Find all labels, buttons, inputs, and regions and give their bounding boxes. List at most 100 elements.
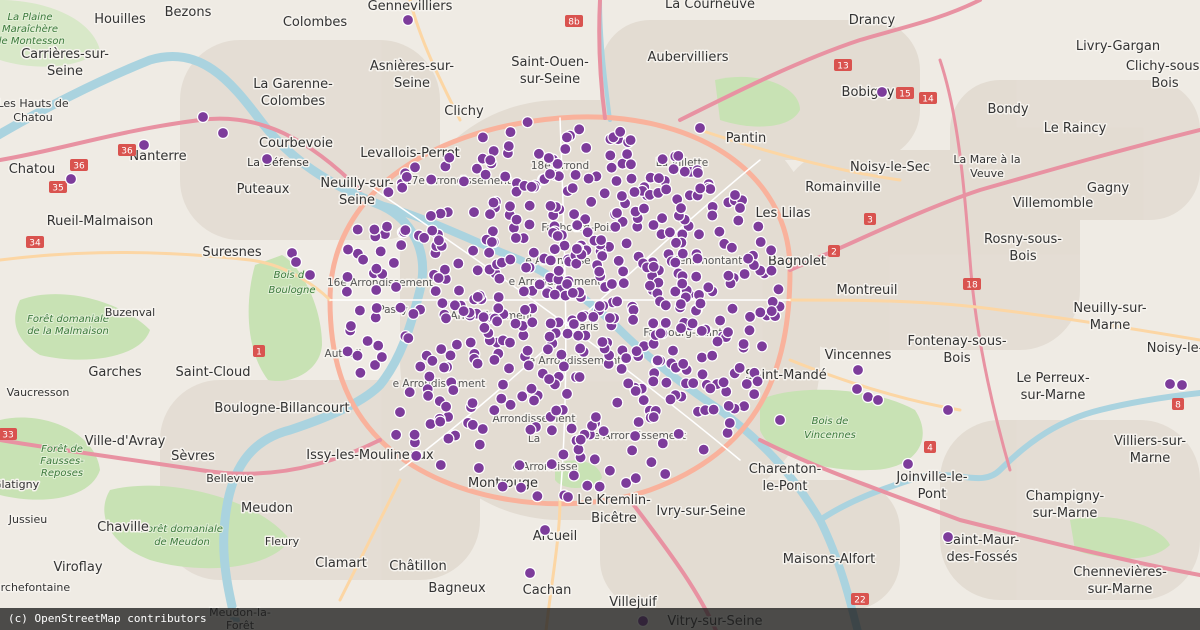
marker[interactable]	[647, 260, 660, 273]
marker[interactable]	[571, 219, 584, 232]
marker[interactable]	[696, 368, 709, 381]
marker[interactable]	[630, 345, 643, 358]
marker[interactable]	[545, 424, 559, 437]
marker[interactable]	[941, 403, 955, 417]
marker[interactable]	[396, 181, 409, 194]
marker[interactable]	[717, 376, 730, 389]
marker[interactable]	[622, 377, 635, 390]
marker[interactable]	[438, 361, 451, 374]
marker[interactable]	[617, 277, 630, 290]
marker[interactable]	[525, 180, 538, 193]
marker[interactable]	[483, 208, 497, 221]
marker[interactable]	[615, 362, 628, 375]
marker[interactable]	[570, 242, 584, 255]
marker[interactable]	[524, 423, 537, 436]
marker[interactable]	[697, 443, 710, 456]
marker[interactable]	[440, 400, 453, 413]
marker[interactable]	[496, 480, 509, 493]
marker[interactable]	[560, 387, 574, 400]
marker[interactable]	[707, 403, 720, 416]
marker[interactable]	[503, 336, 517, 349]
marker[interactable]	[659, 467, 672, 481]
marker[interactable]	[424, 209, 437, 222]
marker[interactable]	[593, 299, 606, 313]
marker[interactable]	[772, 283, 785, 296]
marker[interactable]	[875, 85, 889, 99]
marker[interactable]	[704, 182, 717, 196]
marker[interactable]	[728, 188, 742, 202]
marker[interactable]	[612, 254, 625, 267]
marker[interactable]	[1175, 378, 1189, 392]
marker[interactable]	[370, 301, 383, 315]
marker[interactable]	[408, 161, 422, 174]
marker[interactable]	[694, 182, 707, 195]
marker[interactable]	[389, 280, 403, 294]
marker[interactable]	[354, 366, 367, 379]
marker[interactable]	[603, 311, 617, 325]
marker[interactable]	[492, 302, 505, 315]
marker[interactable]	[513, 459, 526, 472]
marker[interactable]	[609, 220, 622, 233]
marker[interactable]	[432, 271, 445, 285]
marker[interactable]	[467, 206, 481, 219]
marker[interactable]	[676, 247, 689, 260]
marker[interactable]	[439, 312, 453, 325]
marker[interactable]	[755, 340, 769, 353]
marker[interactable]	[637, 202, 651, 215]
marker[interactable]	[620, 148, 634, 161]
marker[interactable]	[408, 428, 421, 441]
marker[interactable]	[738, 267, 751, 281]
marker[interactable]	[447, 384, 460, 397]
marker[interactable]	[509, 231, 523, 245]
marker[interactable]	[706, 349, 719, 362]
marker[interactable]	[721, 326, 735, 339]
marker[interactable]	[713, 225, 726, 238]
marker[interactable]	[488, 404, 501, 417]
marker[interactable]	[693, 121, 707, 135]
marker[interactable]	[573, 342, 587, 355]
marker[interactable]	[702, 281, 715, 294]
marker[interactable]	[596, 335, 609, 349]
marker[interactable]	[656, 437, 669, 450]
marker[interactable]	[647, 375, 660, 388]
marker[interactable]	[476, 131, 489, 144]
marker[interactable]	[625, 172, 638, 185]
marker[interactable]	[414, 360, 427, 373]
marker[interactable]	[368, 223, 381, 236]
marker[interactable]	[452, 284, 466, 297]
marker[interactable]	[518, 303, 532, 316]
marker[interactable]	[527, 246, 540, 259]
marker[interactable]	[603, 464, 617, 477]
marker[interactable]	[726, 302, 739, 315]
marker[interactable]	[517, 285, 531, 298]
marker[interactable]	[340, 285, 353, 298]
marker[interactable]	[380, 220, 394, 233]
marker[interactable]	[395, 239, 408, 252]
marker[interactable]	[694, 297, 707, 310]
marker[interactable]	[357, 253, 370, 266]
marker[interactable]	[344, 319, 357, 333]
marker[interactable]	[674, 322, 688, 335]
marker[interactable]	[551, 229, 564, 243]
marker[interactable]	[541, 343, 555, 356]
marker[interactable]	[467, 244, 480, 257]
marker[interactable]	[663, 226, 677, 239]
marker[interactable]	[483, 246, 496, 259]
marker[interactable]	[476, 422, 489, 436]
marker[interactable]	[473, 438, 486, 451]
marker[interactable]	[523, 218, 536, 231]
marker[interactable]	[598, 187, 611, 200]
marker[interactable]	[754, 235, 767, 249]
marker[interactable]	[660, 183, 673, 196]
marker[interactable]	[569, 168, 582, 181]
marker[interactable]	[559, 142, 572, 156]
marker[interactable]	[289, 255, 303, 269]
marker[interactable]	[402, 332, 415, 345]
marker[interactable]	[664, 393, 677, 406]
marker[interactable]	[351, 223, 364, 236]
marker[interactable]	[434, 458, 447, 472]
marker[interactable]	[444, 349, 457, 362]
marker[interactable]	[410, 449, 423, 462]
marker[interactable]	[765, 264, 778, 277]
marker[interactable]	[691, 252, 704, 265]
